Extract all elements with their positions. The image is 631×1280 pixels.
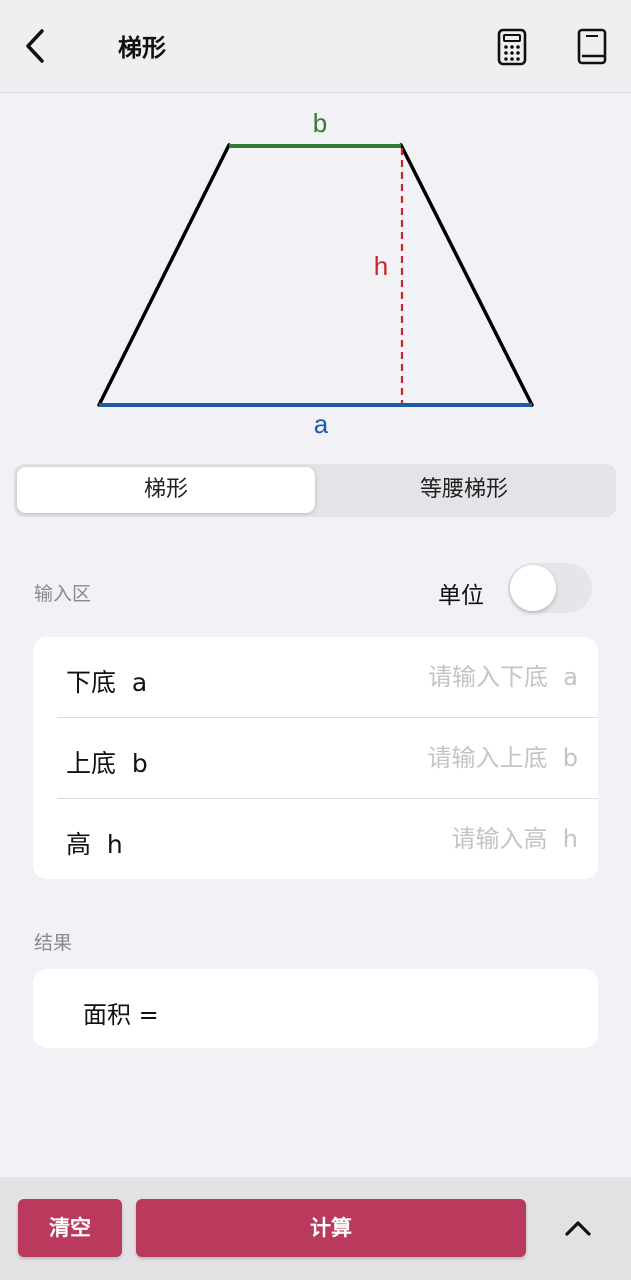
bottom-bar: 清空 计算 bbox=[0, 1177, 631, 1280]
chevron-up-icon bbox=[565, 1221, 591, 1236]
book-button[interactable] bbox=[574, 27, 610, 67]
bottom-base-label: 下底 a bbox=[66, 668, 148, 697]
segment-isosceles-trapezoid[interactable]: 等腰梯形 bbox=[315, 467, 613, 513]
input-row-height: 高 h bbox=[33, 799, 598, 879]
left-side-line bbox=[97, 143, 231, 407]
calculate-button[interactable]: 计算 bbox=[136, 1199, 526, 1257]
expand-button[interactable] bbox=[558, 1213, 598, 1243]
area-result: 面积 = bbox=[83, 1001, 159, 1029]
back-arrow-icon bbox=[26, 29, 44, 63]
unit-toggle[interactable] bbox=[508, 563, 592, 613]
top-base-input[interactable] bbox=[278, 736, 578, 780]
shape-segmented-control: 梯形 等腰梯形 bbox=[14, 464, 616, 517]
calculator-icon bbox=[497, 28, 527, 66]
book-icon bbox=[577, 28, 607, 65]
top-base-label: 上底 b bbox=[66, 749, 148, 778]
label-h: h bbox=[374, 251, 388, 281]
trapezoid-figure: b h a bbox=[0, 92, 631, 452]
back-button[interactable] bbox=[18, 24, 58, 68]
unit-label: 单位 bbox=[438, 583, 484, 609]
calculator-button[interactable] bbox=[494, 27, 530, 67]
input-row-top-base: 上底 b bbox=[33, 718, 598, 798]
label-a: a bbox=[314, 409, 329, 439]
clear-button[interactable]: 清空 bbox=[18, 1199, 122, 1257]
toggle-knob bbox=[510, 565, 556, 611]
right-side-line bbox=[399, 143, 534, 407]
app-bar: 梯形 bbox=[0, 0, 631, 93]
result-card: 面积 = bbox=[33, 969, 598, 1048]
input-card: 下底 a 上底 b 高 h bbox=[33, 637, 598, 879]
input-section-label: 输入区 bbox=[34, 583, 92, 605]
height-input[interactable] bbox=[278, 817, 578, 861]
page-title: 梯形 bbox=[118, 34, 166, 62]
height-label: 高 h bbox=[66, 830, 123, 859]
segment-trapezoid[interactable]: 梯形 bbox=[17, 467, 315, 513]
result-section-label: 结果 bbox=[34, 932, 73, 954]
label-b: b bbox=[313, 108, 327, 138]
bottom-base-input[interactable] bbox=[278, 655, 578, 699]
input-row-bottom-base: 下底 a bbox=[33, 637, 598, 717]
